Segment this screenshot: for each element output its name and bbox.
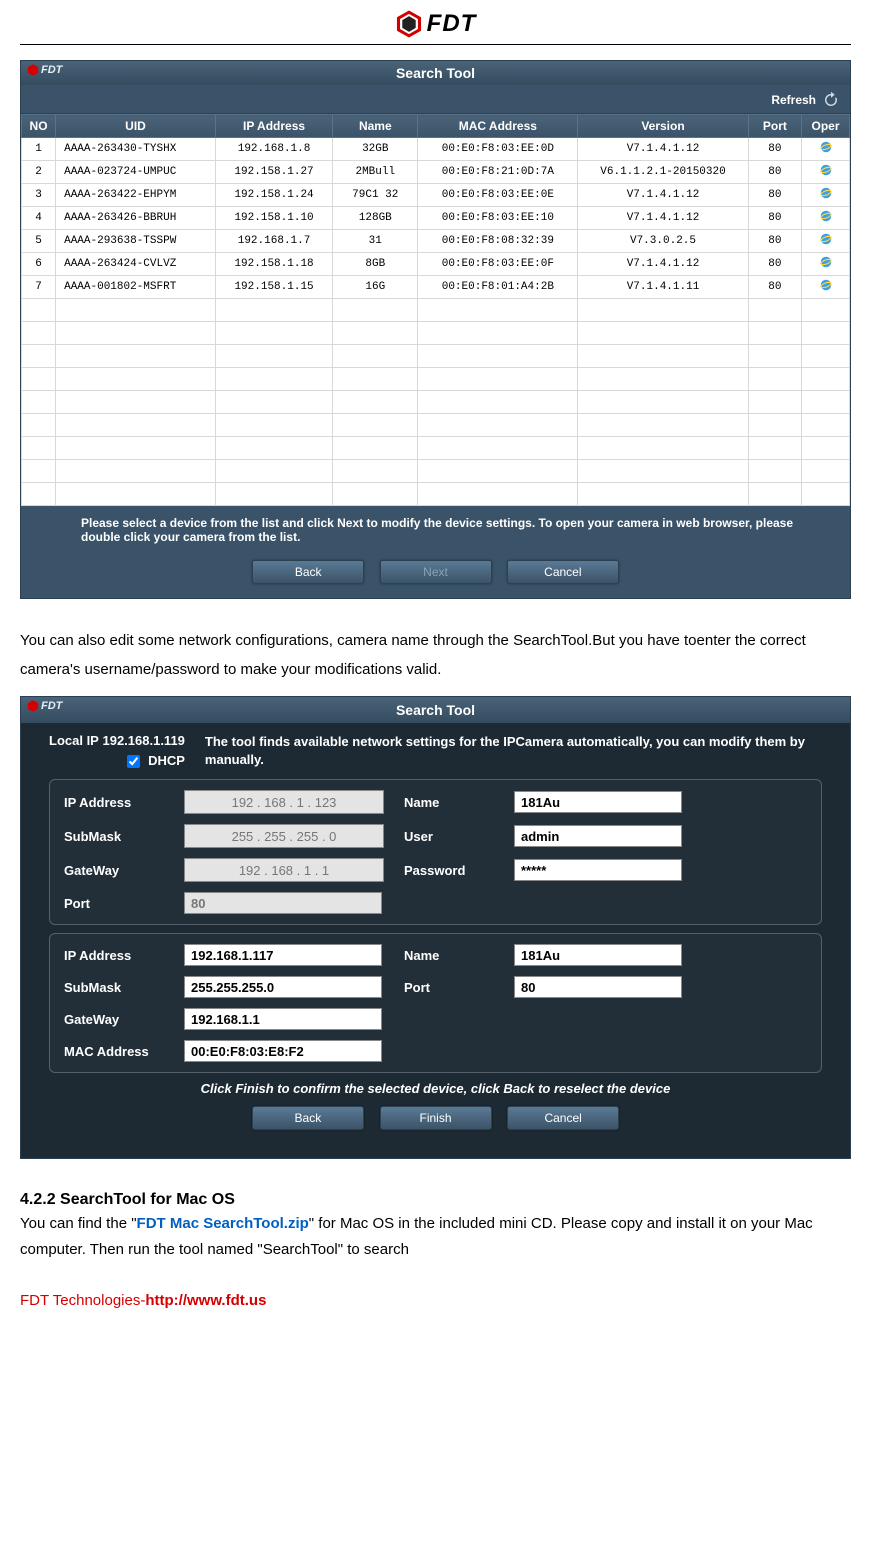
dhcp-checkbox[interactable]: DHCP <box>123 753 184 768</box>
open-browser-icon[interactable] <box>802 230 850 253</box>
footer-company: FDT Technologies- <box>20 1292 145 1309</box>
next-button[interactable]: Next <box>380 560 492 584</box>
gateway-field[interactable] <box>184 1008 382 1030</box>
window-titlebar: FDT Search Tool <box>21 697 850 723</box>
password-label: Password <box>404 863 494 878</box>
fdt-logo-text: FDT <box>427 10 477 38</box>
open-browser-icon[interactable] <box>802 161 850 184</box>
column-header: IP Address <box>215 115 332 138</box>
name-label: Name <box>404 795 494 810</box>
table-row[interactable]: 1AAAA-263430-TYSHX192.168.1.832GB00:E0:F… <box>22 138 850 161</box>
page-footer: FDT Technologies-http://www.fdt.us <box>20 1292 851 1309</box>
open-browser-icon[interactable] <box>802 276 850 299</box>
port-label: Port <box>64 896 164 911</box>
cancel-button[interactable]: Cancel <box>507 560 619 584</box>
table-row-empty <box>22 368 850 391</box>
ip-address-field[interactable] <box>184 944 382 966</box>
page-header: FDT <box>20 10 851 45</box>
cancel-button[interactable]: Cancel <box>507 1106 619 1130</box>
mac-address-label: MAC Address <box>64 1044 164 1059</box>
open-browser-icon[interactable] <box>802 184 850 207</box>
submask-field[interactable] <box>184 976 382 998</box>
column-header: Name <box>333 115 418 138</box>
port-label: Port <box>404 980 494 995</box>
gateway-label: GateWay <box>64 863 164 878</box>
refresh-label: Refresh <box>771 93 816 107</box>
fdt-logo-icon <box>395 10 423 38</box>
description-paragraph-2: You can find the "FDT Mac SearchTool.zip… <box>20 1211 851 1262</box>
open-browser-icon[interactable] <box>802 207 850 230</box>
config-hint: The tool finds available network setting… <box>205 733 822 768</box>
window-titlebar: FDT Search Tool <box>21 61 850 85</box>
download-filename: FDT Mac SearchTool.zip <box>137 1215 309 1232</box>
table-row-empty <box>22 437 850 460</box>
column-header: Version <box>578 115 749 138</box>
instruction-text: Please select a device from the list and… <box>21 506 850 554</box>
port-field[interactable] <box>184 892 382 914</box>
dhcp-checkbox-input[interactable] <box>127 755 140 768</box>
window-title: Search Tool <box>396 65 475 81</box>
port-field[interactable] <box>514 976 682 998</box>
ip-address-field[interactable]: 192 . 168 . 1 . 123 <box>184 790 384 814</box>
search-tool-window-config: FDT Search Tool Local IP 192.168.1.119 D… <box>20 696 851 1159</box>
dhcp-label: DHCP <box>148 753 185 768</box>
table-row[interactable]: 3AAAA-263422-EHPYM192.158.1.2479C1 3200:… <box>22 184 850 207</box>
user-field[interactable] <box>514 825 682 847</box>
column-header: NO <box>22 115 56 138</box>
table-row-empty <box>22 345 850 368</box>
table-row-empty <box>22 322 850 345</box>
confirm-message: Click Finish to confirm the selected dev… <box>49 1081 822 1096</box>
gateway-field[interactable]: 192 . 168 . 1 . 1 <box>184 858 384 882</box>
open-browser-icon[interactable] <box>802 253 850 276</box>
manual-settings-panel: IP Address Name SubMask Port GateWay MAC… <box>49 933 822 1073</box>
refresh-button[interactable]: Refresh <box>771 91 840 109</box>
open-browser-icon[interactable] <box>802 138 850 161</box>
auto-settings-panel: IP Address 192 . 168 . 1 . 123 Name SubM… <box>49 779 822 925</box>
table-row[interactable]: 5AAAA-293638-TSSPW192.168.1.73100:E0:F8:… <box>22 230 850 253</box>
table-row[interactable]: 7AAAA-001802-MSFRT192.158.1.1516G00:E0:F… <box>22 276 850 299</box>
table-row-empty <box>22 460 850 483</box>
window-title: Search Tool <box>396 702 475 718</box>
table-row[interactable]: 6AAAA-263424-CVLVZ192.158.1.188GB00:E0:F… <box>22 253 850 276</box>
table-row-empty <box>22 299 850 322</box>
search-tool-window-list: FDT Search Tool Refresh NOUIDIP AddressN… <box>20 60 851 599</box>
back-button[interactable]: Back <box>252 1106 364 1130</box>
local-ip-label: Local IP 192.168.1.119 <box>49 733 185 748</box>
name-label: Name <box>404 948 494 963</box>
table-row-empty <box>22 414 850 437</box>
name-field[interactable] <box>514 791 682 813</box>
section-heading: 4.2.2 SearchTool for Mac OS <box>20 1191 851 1209</box>
finish-button[interactable]: Finish <box>380 1106 492 1130</box>
gateway-label: GateWay <box>64 1012 164 1027</box>
submask-label: SubMask <box>64 829 164 844</box>
ip-address-label: IP Address <box>64 795 164 810</box>
password-field[interactable] <box>514 859 682 881</box>
titlebar-logo: FDT <box>27 64 62 76</box>
footer-url: http://www.fdt.us <box>145 1292 266 1309</box>
submask-field[interactable]: 255 . 255 . 255 . 0 <box>184 824 384 848</box>
name-field[interactable] <box>514 944 682 966</box>
column-header: Port <box>748 115 801 138</box>
table-row-empty <box>22 391 850 414</box>
column-header: Oper <box>802 115 850 138</box>
titlebar-logo: FDT <box>27 700 62 712</box>
submask-label: SubMask <box>64 980 164 995</box>
table-row[interactable]: 2AAAA-023724-UMPUC192.158.1.272MBull00:E… <box>22 161 850 184</box>
mac-address-field[interactable] <box>184 1040 382 1062</box>
device-table: NOUIDIP AddressNameMAC AddressVersionPor… <box>21 114 850 506</box>
back-button[interactable]: Back <box>252 560 364 584</box>
ip-address-label: IP Address <box>64 948 164 963</box>
column-header: UID <box>56 115 216 138</box>
column-header: MAC Address <box>418 115 578 138</box>
table-row-empty <box>22 483 850 506</box>
fdt-logo: FDT <box>395 10 477 38</box>
refresh-icon <box>822 91 840 109</box>
user-label: User <box>404 829 494 844</box>
table-row[interactable]: 4AAAA-263426-BBRUH192.158.1.10128GB00:E0… <box>22 207 850 230</box>
description-paragraph-1: You can also edit some network configura… <box>20 627 851 684</box>
